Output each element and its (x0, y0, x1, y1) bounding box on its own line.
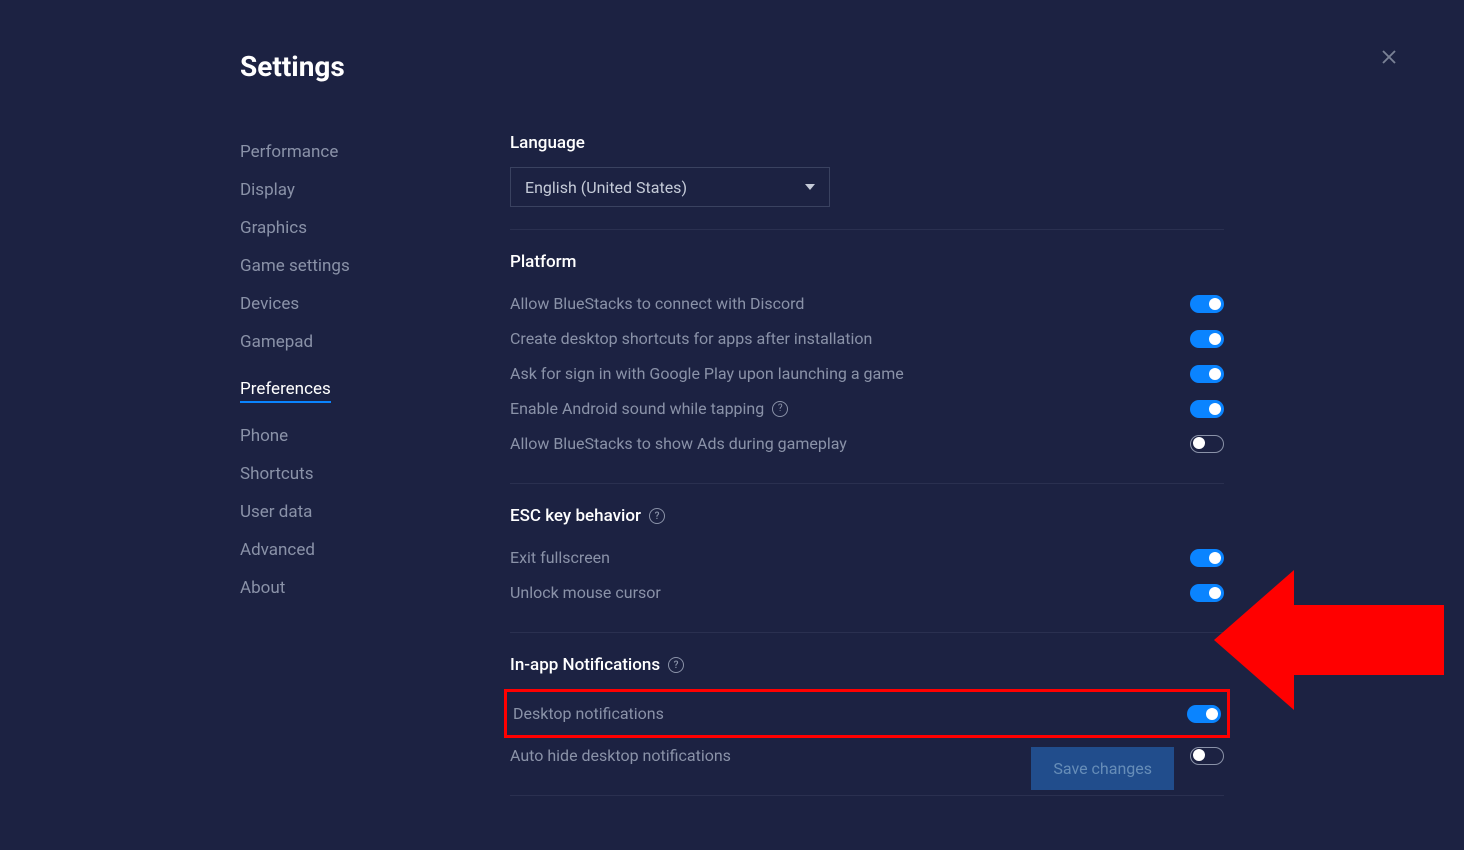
section-notifications-label: In-app Notifications (510, 655, 660, 675)
notif-auto-hide-desktop-notifications-toggle[interactable] (1190, 747, 1224, 765)
platform-enable-android-sound-while-tap-label: Enable Android sound while tapping? (510, 399, 788, 418)
close-button[interactable] (1380, 48, 1404, 72)
section-language-title: Language (510, 133, 1224, 153)
section-esc-label: ESC key behavior (510, 506, 641, 526)
notif-desktop-notifications-toggle[interactable] (1187, 705, 1221, 723)
section-notifications-title: In-app Notifications ? (510, 655, 1224, 675)
platform-allow-bluestacks-to-connect-wi-toggle[interactable] (1190, 295, 1224, 313)
platform-allow-bluestacks-to-show-ads-d-row: Allow BlueStacks to show Ads during game… (510, 426, 1224, 461)
notif-auto-hide-desktop-notifications-label: Auto hide desktop notifications (510, 746, 731, 765)
esc-exit-fullscreen-toggle[interactable] (1190, 549, 1224, 567)
section-platform-title: Platform (510, 252, 1224, 272)
sidebar-item-phone[interactable]: Phone (240, 417, 505, 455)
platform-create-desktop-shortcuts-for-a-row: Create desktop shortcuts for apps after … (510, 321, 1224, 356)
sidebar-item-graphics[interactable]: Graphics (240, 209, 505, 247)
divider (510, 795, 1224, 796)
platform-create-desktop-shortcuts-for-a-toggle[interactable] (1190, 330, 1224, 348)
esc-unlock-mouse-cursor-label: Unlock mouse cursor (510, 583, 661, 602)
esc-unlock-mouse-cursor-toggle[interactable] (1190, 584, 1224, 602)
esc-unlock-mouse-cursor-row: Unlock mouse cursor (510, 575, 1224, 610)
main-content: Language English (United States) Platfor… (505, 133, 1224, 850)
platform-allow-bluestacks-to-connect-wi-label: Allow BlueStacks to connect with Discord (510, 294, 804, 313)
sidebar-item-advanced[interactable]: Advanced (240, 531, 505, 569)
notif-desktop-notifications-label: Desktop notifications (513, 704, 664, 723)
platform-create-desktop-shortcuts-for-a-label: Create desktop shortcuts for apps after … (510, 329, 872, 348)
save-changes-button[interactable]: Save changes (1031, 747, 1174, 790)
divider (510, 483, 1224, 484)
divider (510, 632, 1224, 633)
sidebar-item-preferences[interactable]: Preferences (240, 370, 331, 403)
language-selected: English (United States) (525, 178, 687, 197)
page-title: Settings (240, 50, 345, 83)
esc-exit-fullscreen-label: Exit fullscreen (510, 548, 610, 567)
platform-enable-android-sound-while-tap-row: Enable Android sound while tapping? (510, 391, 1224, 426)
sidebar-item-gamepad[interactable]: Gamepad (240, 323, 505, 361)
sidebar-item-display[interactable]: Display (240, 171, 505, 209)
sidebar-item-user-data[interactable]: User data (240, 493, 505, 531)
sidebar-item-game-settings[interactable]: Game settings (240, 247, 505, 285)
platform-ask-for-sign-in-with-google-pl-toggle[interactable] (1190, 365, 1224, 383)
platform-enable-android-sound-while-tap-toggle[interactable] (1190, 400, 1224, 418)
sidebar-item-shortcuts[interactable]: Shortcuts (240, 455, 505, 493)
help-icon[interactable]: ? (668, 657, 684, 673)
divider (510, 229, 1224, 230)
sidebar-item-about[interactable]: About (240, 569, 505, 607)
help-icon[interactable]: ? (772, 401, 788, 417)
platform-allow-bluestacks-to-connect-wi-row: Allow BlueStacks to connect with Discord (510, 286, 1224, 321)
esc-exit-fullscreen-row: Exit fullscreen (510, 540, 1224, 575)
close-icon (1380, 48, 1398, 66)
platform-ask-for-sign-in-with-google-pl-label: Ask for sign in with Google Play upon la… (510, 364, 904, 383)
section-esc-title: ESC key behavior ? (510, 506, 1224, 526)
platform-allow-bluestacks-to-show-ads-d-toggle[interactable] (1190, 435, 1224, 453)
platform-ask-for-sign-in-with-google-pl-row: Ask for sign in with Google Play upon la… (510, 356, 1224, 391)
language-dropdown[interactable]: English (United States) (510, 167, 830, 207)
help-icon[interactable]: ? (649, 508, 665, 524)
annotation-highlight: Desktop notifications (504, 689, 1230, 738)
notif-desktop-notifications-row: Desktop notifications (513, 696, 1221, 731)
sidebar-item-performance[interactable]: Performance (240, 133, 505, 171)
sidebar-item-devices[interactable]: Devices (240, 285, 505, 323)
sidebar: PerformanceDisplayGraphicsGame settingsD… (240, 133, 505, 850)
platform-allow-bluestacks-to-show-ads-d-label: Allow BlueStacks to show Ads during game… (510, 434, 847, 453)
chevron-down-icon (805, 184, 815, 190)
